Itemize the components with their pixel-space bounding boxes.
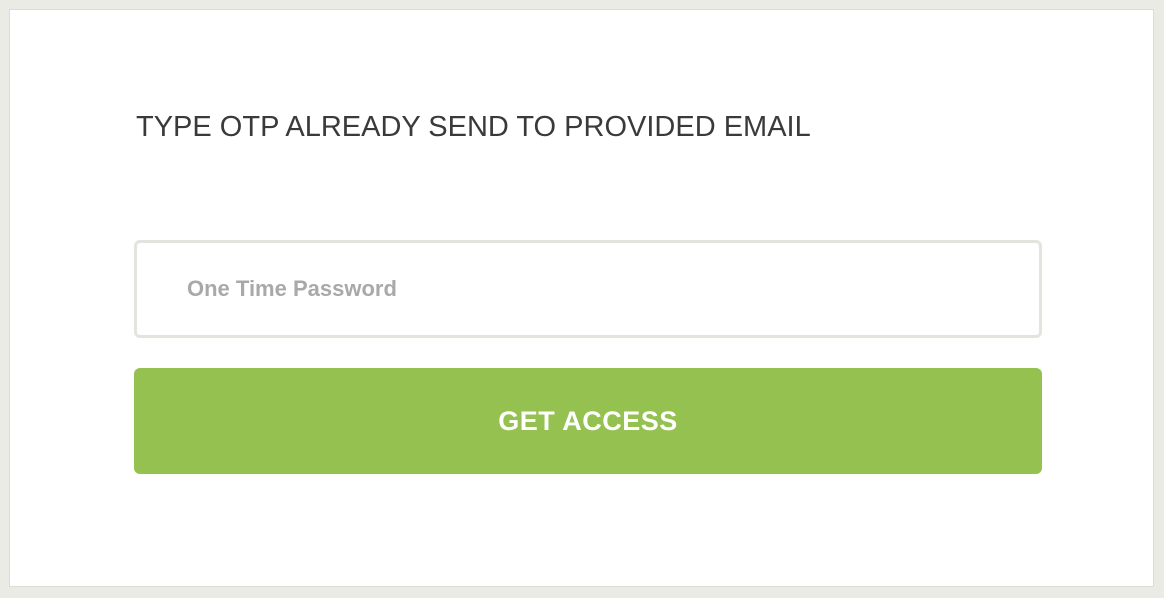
otp-card: TYPE OTP ALREADY SEND TO PROVIDED EMAIL … — [9, 9, 1154, 587]
get-access-button[interactable]: GET ACCESS — [134, 368, 1042, 474]
otp-input[interactable] — [134, 240, 1042, 338]
otp-instruction-title: TYPE OTP ALREADY SEND TO PROVIDED EMAIL — [136, 111, 811, 143]
